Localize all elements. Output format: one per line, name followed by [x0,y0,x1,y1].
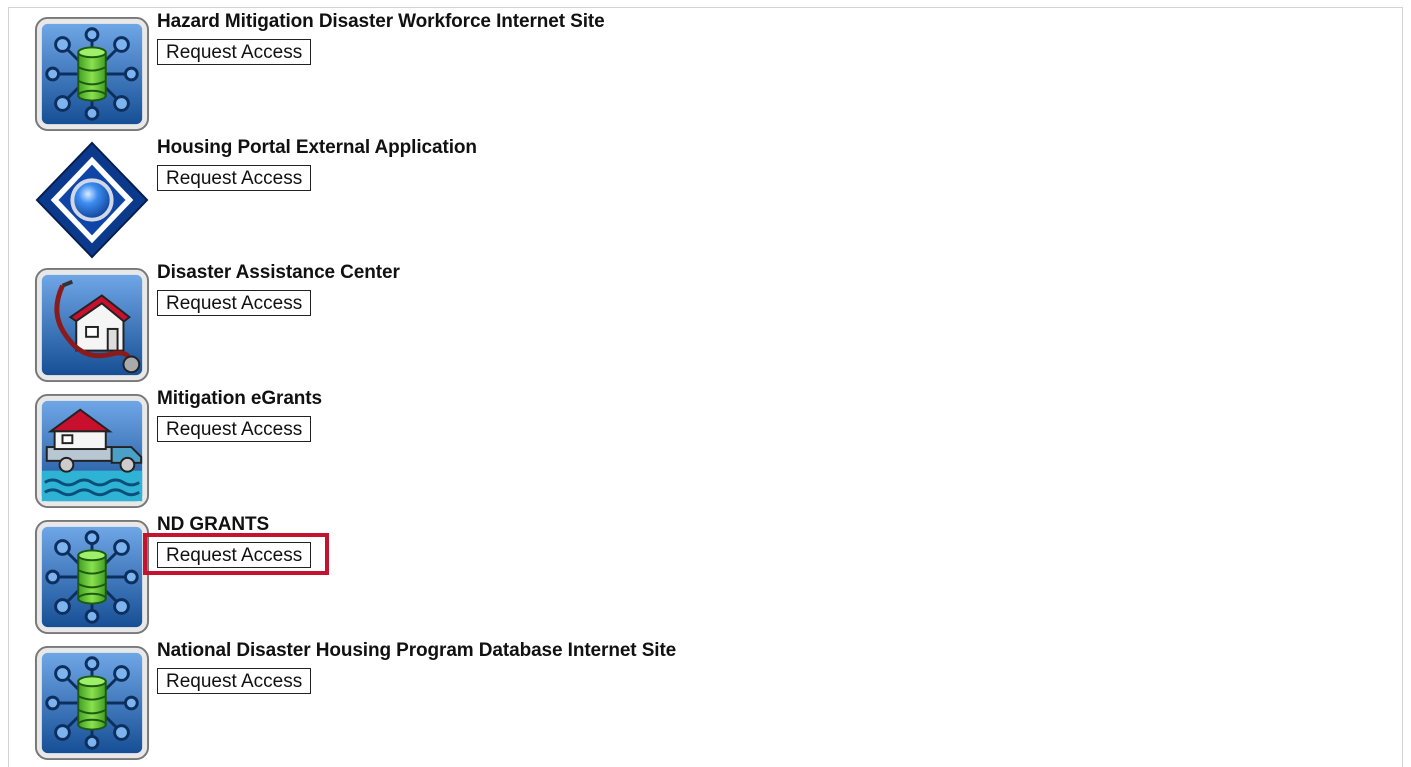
list-item: Hazard Mitigation Disaster Workforce Int… [9,8,1402,133]
request-access-button[interactable]: Request Access [157,39,312,65]
list-item: Mitigation eGrants Request Access [9,385,1402,510]
database-network-icon [33,644,153,764]
request-access-button[interactable]: Request Access [157,668,312,694]
app-title: Mitigation eGrants [157,388,322,409]
list-item: Disaster Assistance Center Request Acces… [9,259,1402,384]
app-list-frame: Hazard Mitigation Disaster Workforce Int… [8,7,1403,767]
app-title: National Disaster Housing Program Databa… [157,640,677,661]
house-stethoscope-icon [33,266,153,386]
app-title: Disaster Assistance Center [157,262,400,283]
request-access-button[interactable]: Request Access [157,416,312,442]
app-title: Hazard Mitigation Disaster Workforce Int… [157,11,605,32]
highlight-box [143,533,329,575]
request-access-button[interactable]: Request Access [157,290,312,316]
blue-diamond-icon [33,139,153,259]
database-network-icon [33,518,153,638]
app-title: Housing Portal External Application [157,137,477,158]
database-network-icon [33,15,153,135]
list-item: National Disaster Housing Program Databa… [9,637,1402,762]
house-truck-flood-icon [33,392,153,512]
list-item: Housing Portal External Application Requ… [9,134,1402,259]
request-access-button[interactable]: Request Access [157,165,312,191]
